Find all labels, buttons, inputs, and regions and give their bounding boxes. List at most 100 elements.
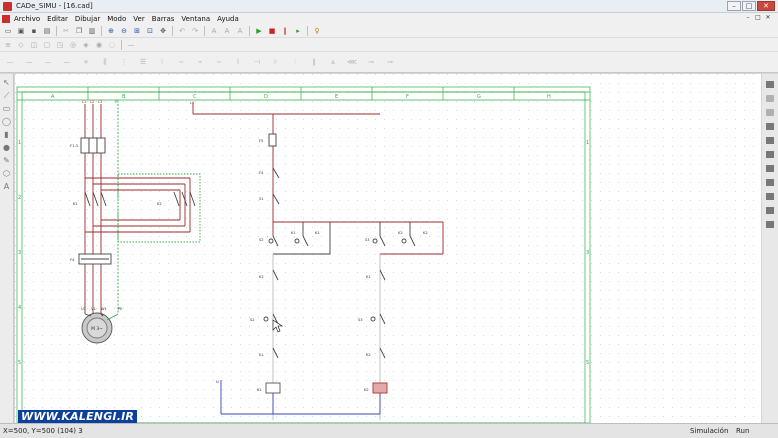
target-tool-icon[interactable]: ◉ [94,40,104,50]
menu-modo[interactable]: Modo [107,15,126,23]
watermark-logo: WWW.KALENGI.IR [18,410,138,423]
filled-ellipse-icon[interactable]: ● [2,142,12,153]
simulate-icon[interactable]: ▶ [254,26,264,36]
redo-icon[interactable]: ↷ [190,26,200,36]
component-line-icon[interactable]: — [60,57,74,67]
undo-icon[interactable]: ↶ [177,26,187,36]
side-tool-icon[interactable] [766,81,774,88]
line-icon[interactable]: ⟋ [2,90,12,101]
text-tool-icon[interactable]: A [2,181,12,192]
doc-minimize-button[interactable]: – [744,14,752,22]
menu-editar[interactable]: Editar [47,15,68,23]
print-icon[interactable]: ▤ [42,26,52,36]
text-c-icon[interactable]: A [235,26,245,36]
zoom-out-icon[interactable]: ⊖ [119,26,129,36]
wave-icon[interactable]: ∽ [212,57,226,67]
maximize-button[interactable]: □ [742,1,756,11]
timer-icon[interactable]: ⋘ [345,57,359,67]
column-label: F [406,94,409,100]
close-button[interactable]: ✕ [757,1,775,11]
side-tool-icon[interactable] [766,151,774,158]
select-arrow-icon[interactable]: ↖ [2,77,12,88]
vertical-dots-icon[interactable]: ⋮ [117,57,131,67]
stop-icon[interactable]: ■ [267,26,277,36]
rotate-icon[interactable]: ◇ [16,40,26,50]
menu-ayuda[interactable]: Ayuda [217,15,239,23]
doc-restore-button[interactable]: □ [754,14,762,22]
junction-icon[interactable]: + [79,57,93,67]
paste-icon[interactable]: ▥ [87,26,97,36]
control-label: S2 [259,238,264,242]
menu-ventana[interactable]: Ventana [181,15,210,23]
pan-icon[interactable]: ✥ [158,26,168,36]
diamond-tool-icon[interactable]: ◈ [81,40,91,50]
side-tool-icon[interactable] [766,207,774,214]
component-line-icon[interactable]: — [41,57,55,67]
menu-archivo[interactable]: Archivo [14,15,40,23]
zoom-in-icon[interactable]: ⊕ [106,26,116,36]
contact-no-icon[interactable]: ⊣ [250,57,264,67]
pause-icon[interactable]: ‖ [280,26,290,36]
text-b-icon[interactable]: A [222,26,232,36]
column-label: C [193,94,197,100]
coil-icon[interactable]: ⌇ [231,57,245,67]
component-line-icon[interactable]: — [22,57,36,67]
lamp-icon[interactable]: ⊸ [383,57,397,67]
save-icon[interactable]: ▪ [29,26,39,36]
dotted-icon[interactable]: ⁝ [155,57,169,67]
new-file-icon[interactable]: ▭ [3,26,13,36]
mirror-icon[interactable]: ◫ [29,40,39,50]
text-a-icon[interactable]: A [209,26,219,36]
copy-icon[interactable]: ❐ [74,26,84,36]
drawing-canvas[interactable]: A B C D E F G H 1 2 3 4 5 1 3 5 L1 L2 L3… [15,74,761,423]
zoom-all-icon[interactable]: ⊡ [145,26,155,36]
group-icon[interactable]: ◳ [55,40,65,50]
motor-tool-icon[interactable]: ⩓ [326,57,340,67]
circle-tool-icon[interactable]: ◎ [68,40,78,50]
probe-icon[interactable]: ♀ [312,26,322,36]
line-tool-icon[interactable]: — [126,40,136,50]
control-label: K2 [423,231,428,235]
side-tool-icon[interactable] [766,137,774,144]
side-tool-icon[interactable] [766,123,774,130]
contact-nc-icon[interactable]: ⊦ [269,57,283,67]
control-label: K2 [259,275,264,279]
zoom-window-icon[interactable]: ⊞ [132,26,142,36]
cut-icon[interactable]: ✂ [61,26,71,36]
minimize-button[interactable]: – [727,1,741,11]
side-tool-icon[interactable] [766,193,774,200]
title-bar: CADe_SIMU - [16.cad] – □ ✕ [0,0,778,13]
side-tool-icon[interactable] [766,165,774,172]
side-tool-icon[interactable] [766,95,774,102]
window-controls: – □ ✕ [727,1,775,11]
align-icon[interactable]: ≡ [3,40,13,50]
side-tool-icon[interactable] [766,179,774,186]
document-icon[interactable] [2,14,10,23]
side-tool-icon[interactable] [766,109,774,116]
double-contact-icon[interactable]: ∥ [307,57,321,67]
polygon-icon[interactable]: ⬡ [2,168,12,179]
doc-close-button[interactable]: ✕ [764,14,772,22]
menu-barras[interactable]: Barras [152,15,175,23]
pencil-icon[interactable]: ✎ [2,155,12,166]
frame-icon[interactable]: ▢ [42,40,52,50]
filled-rectangle-icon[interactable]: ▮ [2,129,12,140]
drawing-toolbar: ≡ ◇ ◫ ▢ ◳ ◎ ◈ ◉ ◌ — [0,38,778,52]
lamp-icon[interactable]: ⊸ [364,57,378,67]
power-terminal-label: L2 [90,100,94,104]
component-line-icon[interactable]: — [3,57,17,67]
ellipse-icon[interactable]: ◯ [2,116,12,127]
rectangle-icon[interactable]: ▭ [2,103,12,114]
ac-source-icon[interactable]: ∼ [174,57,188,67]
triple-contact-icon[interactable]: ⫶ [288,57,302,67]
step-icon[interactable]: ▸ [293,26,303,36]
multi-wire-icon[interactable]: ⫼ [98,57,112,67]
menu-dibujar[interactable]: Dibujar [75,15,100,23]
side-tool-icon[interactable] [766,221,774,228]
open-folder-icon[interactable]: ▣ [16,26,26,36]
switch-icon[interactable]: ⌁ [193,57,207,67]
ring-tool-icon[interactable]: ◌ [107,40,117,50]
bus-icon[interactable]: ☰ [136,57,150,67]
row-label: 5 [586,360,589,366]
menu-ver[interactable]: Ver [133,15,144,23]
